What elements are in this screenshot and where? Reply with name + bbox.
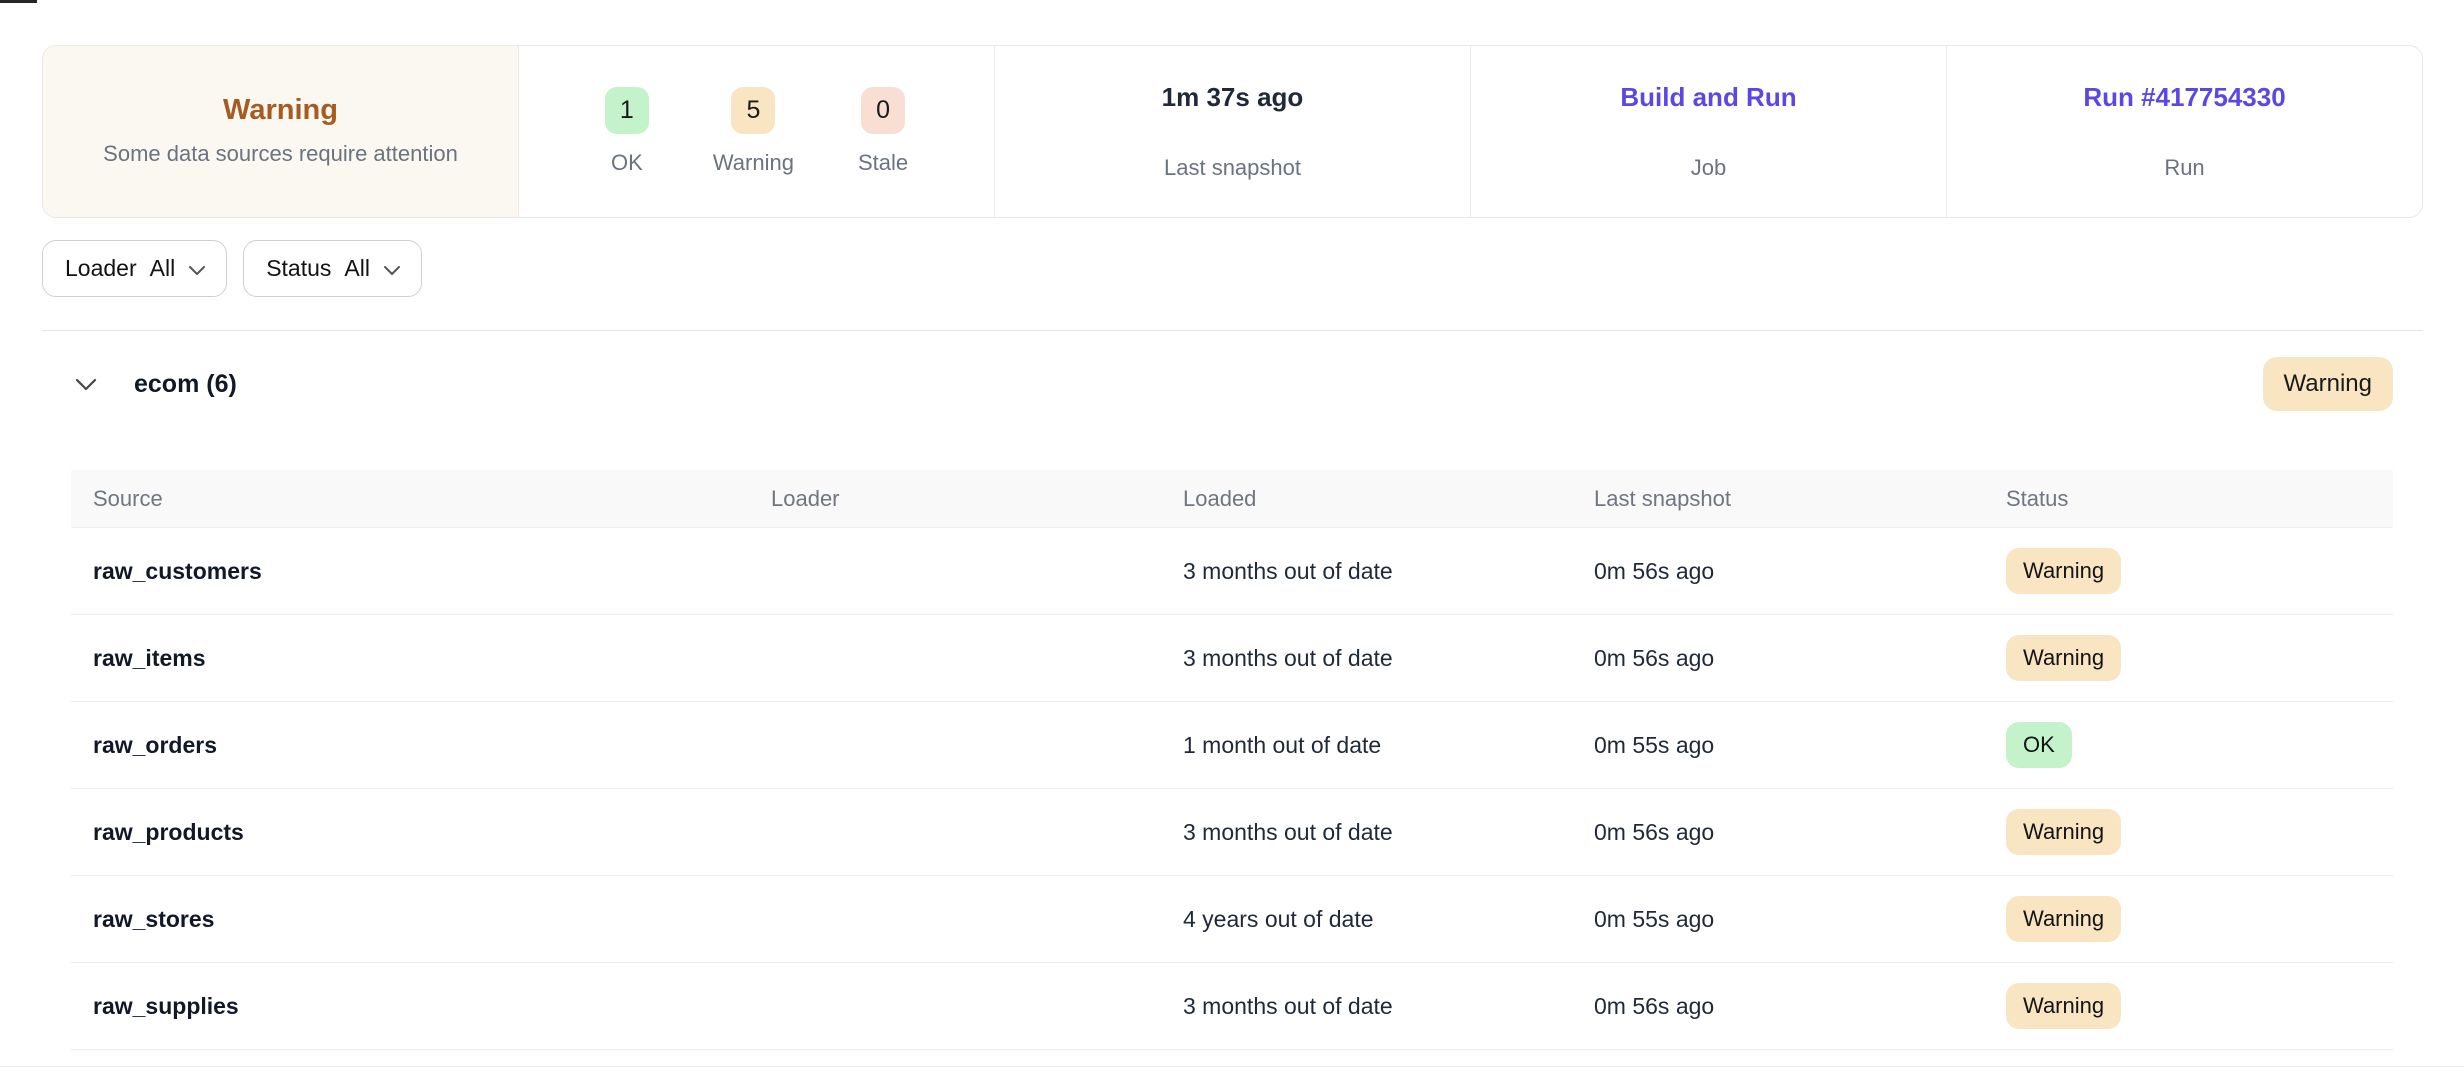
status-badge: Warning (2006, 809, 2121, 855)
cell-last-snapshot: 0m 55s ago (1594, 906, 2006, 933)
cell-source: raw_products (71, 819, 771, 846)
stale-count-label: Stale (858, 150, 908, 176)
group-header-ecom[interactable]: ecom (6) Warning (42, 348, 2423, 420)
chevron-down-icon (383, 255, 401, 282)
cell-last-snapshot: 0m 56s ago (1594, 993, 2006, 1020)
table-row[interactable]: raw_items 3 months out of date0m 56s agoW… (71, 615, 2393, 702)
table-header: Source Loader Loaded Last snapshot Statu… (71, 470, 2393, 528)
column-header-last-snapshot: Last snapshot (1594, 486, 2006, 512)
job-link[interactable]: Build and Run (1620, 82, 1796, 113)
cell-loaded: 3 months out of date (1183, 645, 1594, 672)
status-badge: Warning (2006, 635, 2121, 681)
job-section: Build and Run Job (1471, 46, 1947, 217)
loader-filter-dropdown[interactable]: Loader All (42, 240, 227, 297)
ok-count-badge: 1 (605, 87, 649, 134)
cell-last-snapshot: 0m 56s ago (1594, 645, 2006, 672)
group-name: ecom (6) (134, 370, 237, 399)
table-row[interactable]: raw_products 3 months out of date0m 56s a… (71, 789, 2393, 876)
cell-loaded: 1 month out of date (1183, 732, 1594, 759)
cell-source: raw_orders (71, 732, 771, 759)
warning-count-badge: 5 (731, 87, 775, 134)
column-header-loaded: Loaded (1183, 486, 1594, 512)
ok-count-label: OK (611, 150, 643, 176)
cell-source: raw_supplies (71, 993, 771, 1020)
chevron-down-icon (188, 255, 206, 282)
cell-last-snapshot: 0m 55s ago (1594, 732, 2006, 759)
stat-warning: 5 Warning (713, 87, 794, 176)
overall-status-title: Warning (223, 94, 338, 127)
stat-ok: 1 OK (605, 87, 649, 176)
cell-loaded: 3 months out of date (1183, 993, 1594, 1020)
run-section: Run #417754330 Run (1947, 46, 2422, 217)
filter-bar: Loader All Status All (42, 240, 422, 297)
status-filter-label: Status (266, 255, 331, 282)
cell-loaded: 3 months out of date (1183, 819, 1594, 846)
loader-filter-label: Loader (65, 255, 137, 282)
last-snapshot-section: 1m 37s ago Last snapshot (995, 46, 1471, 217)
column-header-loader: Loader (771, 486, 1183, 512)
last-snapshot-value: 1m 37s ago (1162, 82, 1304, 113)
warning-count-label: Warning (713, 150, 794, 176)
cell-loaded: 3 months out of date (1183, 558, 1594, 585)
filters-divider (42, 330, 2423, 331)
status-badge: Warning (2006, 896, 2121, 942)
overall-status-card: Warning Some data sources require attent… (43, 46, 519, 217)
cell-source: raw_items (71, 645, 771, 672)
table-body: raw_customers3 months out of date0m 56s … (71, 528, 2393, 1050)
overall-status-subtitle: Some data sources require attention (103, 139, 458, 169)
run-link[interactable]: Run #417754330 (2083, 82, 2285, 113)
column-header-source: Source (71, 486, 771, 512)
run-label: Run (2164, 155, 2204, 181)
cell-status: Warning (2006, 983, 2393, 1029)
cell-loaded: 4 years out of date (1183, 906, 1594, 933)
cell-source: raw_stores (71, 906, 771, 933)
data-sources-table: Source Loader Loaded Last snapshot Statu… (71, 470, 2393, 1050)
cell-status: Warning (2006, 896, 2393, 942)
bottom-divider (0, 1066, 2464, 1067)
status-badge: Warning (2006, 983, 2121, 1029)
chevron-down-icon[interactable] (75, 378, 97, 391)
table-row[interactable]: raw_customers 3 months out of date0m 56s … (71, 528, 2393, 615)
last-snapshot-label: Last snapshot (1164, 155, 1301, 181)
top-edge-artifact (0, 0, 37, 3)
table-row[interactable]: raw_stores 4 years out of date0m 55s agoW… (71, 876, 2393, 963)
status-counts-section: 1 OK 5 Warning 0 Stale (519, 46, 995, 217)
cell-last-snapshot: 0m 56s ago (1594, 558, 2006, 585)
cell-status: Warning (2006, 635, 2393, 681)
table-row[interactable]: raw_supplies 3 months out of date0m 56s a… (71, 963, 2393, 1050)
group-status-badge: Warning (2263, 357, 2393, 411)
stale-count-badge: 0 (861, 87, 905, 134)
job-label: Job (1691, 155, 1726, 181)
cell-source: raw_customers (71, 558, 771, 585)
status-filter-dropdown[interactable]: Status All (243, 240, 422, 297)
cell-status: Warning (2006, 809, 2393, 855)
cell-status: OK (2006, 722, 2393, 768)
column-header-status: Status (2006, 486, 2393, 512)
stat-stale: 0 Stale (858, 87, 908, 176)
status-badge: Warning (2006, 548, 2121, 594)
cell-last-snapshot: 0m 56s ago (1594, 819, 2006, 846)
summary-bar: Warning Some data sources require attent… (42, 45, 2423, 218)
status-filter-value: All (344, 255, 370, 282)
table-row[interactable]: raw_orders 1 month out of date0m 55s agoO… (71, 702, 2393, 789)
cell-status: Warning (2006, 548, 2393, 594)
status-badge: OK (2006, 722, 2072, 768)
loader-filter-value: All (150, 255, 176, 282)
data-sources-dashboard: Warning Some data sources require attent… (0, 0, 2464, 1070)
